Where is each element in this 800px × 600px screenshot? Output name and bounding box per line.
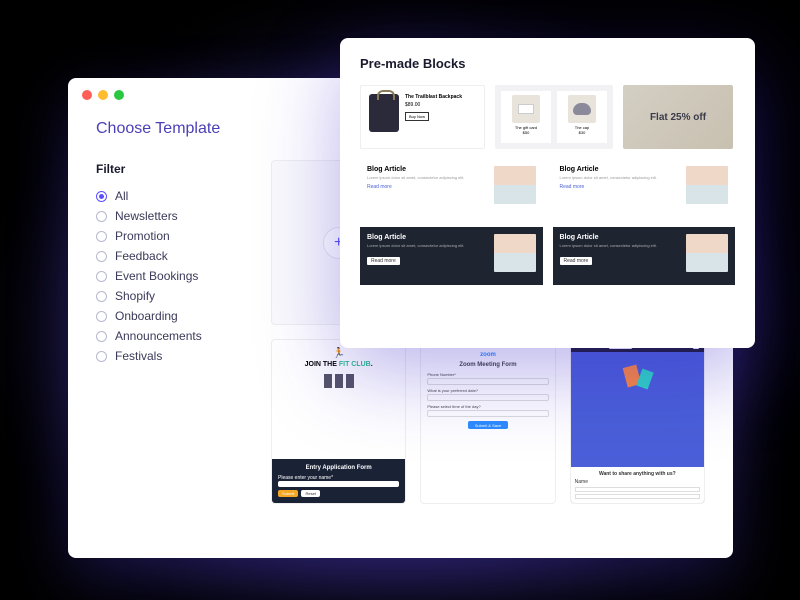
article-title: Blog Article (367, 166, 486, 173)
filter-list: All Newsletters Promotion Feedback Event… (96, 186, 241, 366)
filter-festivals[interactable]: Festivals (96, 346, 241, 366)
abstract-art (617, 362, 657, 398)
filter-label: Shopify (115, 289, 155, 303)
block-product-feature[interactable]: The Trailblast Backpack $89.00 Buy Now (360, 85, 485, 149)
text-input (427, 394, 548, 401)
people-illustration (278, 374, 399, 388)
zoom-title: Zoom Meeting Form (427, 362, 548, 368)
submit-button: Submit (278, 490, 298, 497)
block-promo-banner[interactable]: Flat 25% off (623, 85, 733, 149)
buy-button: Buy Now (405, 112, 429, 121)
article-title: Blog Article (560, 234, 679, 241)
product-price: $89.00 (405, 102, 476, 108)
fit-form: Entry Application Form Please enter your… (272, 459, 405, 503)
zoom-logo: zoom (427, 352, 548, 358)
article-excerpt: Lorem ipsum dolor sit amet, consectetur … (560, 175, 679, 181)
filter-event-bookings[interactable]: Event Bookings (96, 266, 241, 286)
block-article-light[interactable]: Blog Article Lorem ipsum dolor sit amet,… (553, 159, 736, 217)
select-input (427, 410, 548, 417)
radio-icon (96, 251, 107, 262)
radio-icon (96, 271, 107, 282)
article-image (686, 234, 728, 272)
welcome-body (571, 352, 704, 467)
promo-text: Flat 25% off (650, 112, 706, 123)
article-image (494, 234, 536, 272)
radio-icon (96, 311, 107, 322)
premade-blocks-panel: Pre-made Blocks The Trailblast Backpack … (340, 38, 755, 348)
backpack-icon (369, 94, 399, 132)
filter-label: Onboarding (115, 309, 178, 323)
read-more-link: Read more (367, 184, 486, 190)
filter-feedback[interactable]: Feedback (96, 246, 241, 266)
article-title: Blog Article (367, 234, 486, 241)
filter-heading: Filter (96, 162, 241, 176)
field-label: Phone Number* (427, 372, 548, 377)
fit-heading: JOIN THE FIT CLUB. (278, 361, 399, 368)
template-fit-club[interactable]: 🏃 JOIN THE FIT CLUB. Entry Application F… (271, 339, 406, 504)
article-excerpt: Lorem ipsum dolor sit amet, consectetur … (560, 243, 679, 249)
field-label: Name (575, 479, 700, 485)
form-title: Entry Application Form (278, 465, 399, 471)
filter-newsletters[interactable]: Newsletters (96, 206, 241, 226)
radio-icon (96, 231, 107, 242)
runner-icon: 🏃 (278, 348, 399, 359)
field-label: What is your preferred date? (427, 388, 548, 393)
article-excerpt: Lorem ipsum dolor sit amet, consectetur … (367, 243, 486, 249)
text-input (278, 481, 399, 487)
page-title: Choose Template (96, 120, 241, 138)
text-input (427, 378, 548, 385)
text-input (575, 487, 700, 492)
filter-announcements[interactable]: Announcements (96, 326, 241, 346)
block-article-light[interactable]: Blog Article Lorem ipsum dolor sit amet,… (360, 159, 543, 217)
reset-button: Reset (301, 490, 319, 497)
filter-label: Announcements (115, 329, 202, 343)
minimize-icon[interactable] (98, 90, 108, 100)
radio-icon (96, 291, 107, 302)
radio-icon (96, 211, 107, 222)
welcome-form: Want to share anything with us? Name (571, 467, 704, 503)
filter-shopify[interactable]: Shopify (96, 286, 241, 306)
article-excerpt: Lorem ipsum dolor sit amet, consectetur … (367, 175, 486, 181)
read-more-link: Read more (367, 257, 400, 265)
radio-icon (96, 351, 107, 362)
filter-onboarding[interactable]: Onboarding (96, 306, 241, 326)
field-label: Please select time of the day? (427, 404, 548, 409)
filter-promotion[interactable]: Promotion (96, 226, 241, 246)
filter-label: All (115, 189, 128, 203)
filter-label: Festivals (115, 349, 162, 363)
submit-button: Submit & Save (468, 421, 508, 429)
block-article-dark[interactable]: Blog Article Lorem ipsum dolor sit amet,… (553, 227, 736, 285)
filter-sidebar: Choose Template Filter All Newsletters P… (96, 120, 241, 504)
article-title: Blog Article (560, 166, 679, 173)
product-price: $30 (561, 130, 603, 135)
read-more-link: Read more (560, 257, 593, 265)
template-welcome[interactable]: Welcome to FIRST Want to share anything … (570, 339, 705, 504)
radio-icon (96, 331, 107, 342)
filter-label: Promotion (115, 229, 170, 243)
template-zoom-form[interactable]: zoom Zoom Meeting Form Phone Number* Wha… (420, 339, 555, 504)
product-title: The Trailblast Backpack (405, 94, 476, 100)
filter-label: Feedback (115, 249, 168, 263)
product-price: $50 (505, 130, 547, 135)
article-image (494, 166, 536, 204)
article-image (686, 166, 728, 204)
filter-all[interactable]: All (96, 186, 241, 206)
radio-icon (96, 191, 107, 202)
block-product-grid[interactable]: The gift card $50 The cap $30 (495, 85, 613, 149)
read-more-link: Read more (560, 184, 679, 190)
filter-label: Event Bookings (115, 269, 198, 283)
close-icon[interactable] (82, 90, 92, 100)
filter-label: Newsletters (115, 209, 178, 223)
text-input (575, 494, 700, 499)
gift-card-icon (518, 104, 534, 114)
block-article-dark[interactable]: Blog Article Lorem ipsum dolor sit amet,… (360, 227, 543, 285)
panel-title: Pre-made Blocks (360, 56, 735, 71)
cap-icon (573, 103, 591, 115)
form-question: Want to share anything with us? (575, 471, 700, 477)
maximize-icon[interactable] (114, 90, 124, 100)
